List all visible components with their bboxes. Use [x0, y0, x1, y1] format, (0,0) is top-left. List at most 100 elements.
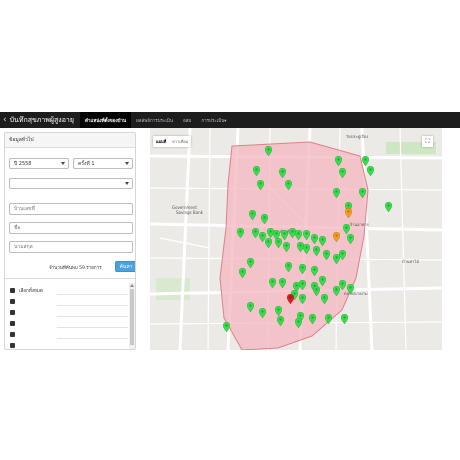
location-pin-icon[interactable] [260, 214, 268, 224]
search-button[interactable]: ค้นหา [115, 261, 135, 272]
location-pin-icon[interactable] [282, 242, 290, 252]
location-pin-icon[interactable] [268, 278, 276, 288]
row-underline [57, 327, 128, 328]
nav-assessment-results[interactable]: ผลลัพธ์การประเมิน [131, 112, 178, 128]
chevron-down-icon [125, 182, 129, 185]
location-pin-icon[interactable] [338, 250, 346, 260]
row-underline [57, 316, 128, 317]
chevron-down-icon [125, 162, 129, 165]
surname-input[interactable] [9, 241, 133, 253]
house-number-input[interactable] [9, 203, 133, 215]
checkbox-checked[interactable] [10, 331, 15, 337]
location-pin-icon[interactable] [298, 294, 306, 304]
screenshot-canvas: ‹ บันทึกสุขภาพผู้สูงอายุ ตำแหน่งที่ตั้งข… [0, 0, 460, 460]
location-pin-icon[interactable] [274, 306, 282, 316]
location-pin-icon[interactable] [298, 264, 306, 274]
fullscreen-icon[interactable]: ⛶ [422, 136, 433, 147]
scrollbar-thumb[interactable] [130, 289, 134, 345]
map-place-label: Savings Bank [176, 210, 203, 215]
location-pin-icon[interactable] [322, 250, 330, 260]
map-type-satellite-button[interactable]: ดาวเทียม [169, 136, 191, 147]
map-view[interactable]: แผนที่ ดาวเทียม ⛶ วัดประดู่เรือง Governm… [150, 128, 442, 350]
location-pin-icon[interactable] [338, 280, 346, 290]
location-pin-icon[interactable] [312, 246, 320, 256]
location-pin-icon[interactable] [346, 234, 354, 244]
location-pin-icon[interactable] [366, 166, 374, 176]
location-pin-icon[interactable] [358, 188, 366, 198]
location-pin-icon[interactable] [278, 168, 286, 178]
location-pin-icon[interactable] [236, 228, 244, 238]
checkbox-checked[interactable] [10, 342, 15, 348]
location-pin-icon[interactable] [264, 238, 272, 248]
app-brand[interactable]: ‹ บันทึกสุขภาพผู้สูงอายุ [0, 112, 80, 128]
location-pin-icon[interactable] [252, 166, 260, 176]
location-pin-icon[interactable] [246, 302, 254, 312]
location-pin-icon[interactable] [251, 228, 259, 238]
map-place-label: บ้านท่าไม้ [402, 259, 420, 264]
location-pin-icon[interactable] [298, 280, 306, 290]
location-pin-icon[interactable] [324, 314, 332, 324]
resident-list: เลือกทั้งหมด [5, 283, 135, 350]
location-pin-icon[interactable] [340, 314, 348, 324]
location-pin-icon[interactable] [310, 234, 318, 244]
first-name-input[interactable] [9, 222, 133, 234]
list-item[interactable] [10, 296, 128, 306]
location-pin-icon[interactable] [318, 236, 326, 246]
extra-select[interactable] [9, 178, 133, 189]
chevron-down-icon [61, 162, 65, 165]
location-pin-icon[interactable] [346, 284, 354, 294]
back-chevron-icon[interactable]: ‹ [3, 115, 7, 125]
location-pin-icon[interactable] [256, 180, 264, 190]
nav-volunteers[interactable]: อสม [178, 112, 196, 128]
location-pin-icon[interactable] [276, 316, 284, 326]
checkbox-checked[interactable] [10, 320, 15, 326]
list-item[interactable] [10, 318, 128, 328]
year-select[interactable]: ปี 2558 [9, 158, 69, 169]
location-pin-icon[interactable] [310, 266, 318, 276]
location-pin-icon[interactable] [332, 188, 340, 198]
row-underline [57, 305, 128, 306]
round-select[interactable]: ครั้งที่ 1 [73, 158, 133, 169]
location-pin-icon[interactable] [384, 202, 392, 212]
location-pin-icon[interactable] [332, 232, 340, 242]
location-pin-icon[interactable] [278, 278, 286, 288]
location-pin-icon[interactable] [274, 238, 282, 248]
location-pin-icon[interactable] [302, 244, 310, 254]
checkbox-checked[interactable] [10, 287, 15, 293]
location-pin-icon[interactable] [361, 156, 369, 166]
location-pin-icon[interactable] [342, 224, 350, 234]
location-pin-icon[interactable] [284, 180, 292, 190]
list-scrollbar[interactable] [129, 283, 135, 349]
select-all-row[interactable]: เลือกทั้งหมด [10, 285, 128, 295]
location-pin-icon[interactable] [294, 230, 302, 240]
map-type-roadmap-button[interactable]: แผนที่ [153, 136, 169, 147]
checkbox-checked[interactable] [10, 309, 15, 315]
location-pin-icon[interactable] [222, 322, 230, 332]
location-pin-icon[interactable] [248, 210, 256, 220]
location-pin-icon[interactable] [294, 318, 302, 328]
location-pin-icon[interactable] [238, 268, 246, 278]
location-pin-icon[interactable] [246, 258, 254, 268]
scroll-up-arrow-icon[interactable] [130, 284, 134, 287]
location-pin-icon[interactable] [258, 308, 266, 318]
list-item[interactable] [10, 307, 128, 317]
row-underline [57, 349, 128, 350]
location-pin-icon[interactable] [284, 262, 292, 272]
list-item[interactable] [10, 329, 128, 339]
list-item[interactable] [10, 340, 128, 350]
map-type-control: แผนที่ ดาวเทียม [153, 136, 192, 147]
checkbox-checked[interactable] [10, 298, 15, 304]
location-pin-icon[interactable] [318, 276, 326, 286]
location-pin-icon[interactable] [264, 146, 272, 156]
location-pin-icon[interactable] [302, 230, 310, 240]
nav-house-location[interactable]: ตำแหน่งที่ตั้งของบ้าน [80, 112, 132, 128]
location-pin-icon[interactable] [320, 294, 328, 304]
location-pin-icon[interactable] [334, 156, 342, 166]
location-pin-icon[interactable] [312, 286, 320, 296]
nav-assessment-dropdown[interactable]: การประเมิน▾ [196, 112, 231, 128]
location-pin-icon[interactable] [344, 208, 352, 218]
location-pin-icon[interactable] [338, 168, 346, 178]
location-pin-icon[interactable] [308, 314, 316, 324]
location-pin-icon[interactable] [286, 294, 294, 304]
location-pin-icon[interactable] [280, 230, 288, 240]
